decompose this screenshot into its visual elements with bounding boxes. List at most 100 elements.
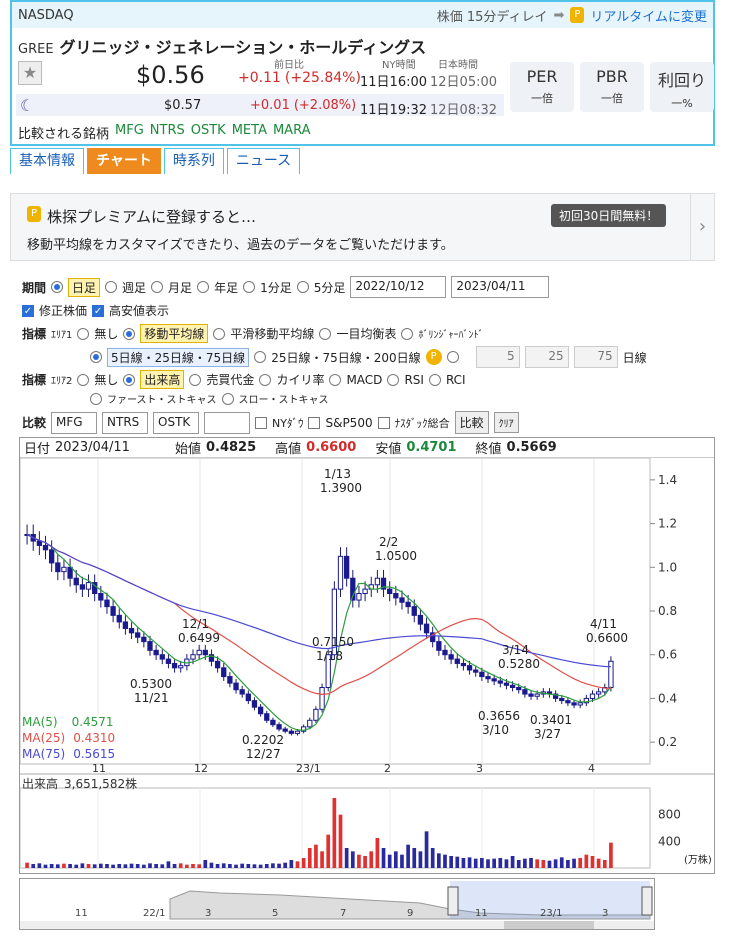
a2-rci[interactable]: RCI — [446, 373, 466, 387]
period-daily[interactable]: 日足 — [68, 277, 101, 297]
volume-bar — [350, 851, 355, 868]
navigator-right-handle[interactable] — [641, 886, 653, 916]
radio-ma-custom[interactable] — [446, 351, 459, 363]
tab-news[interactable]: ニュース — [226, 148, 301, 174]
highlow-checkbox[interactable]: ✓ — [92, 304, 105, 317]
volume-bar — [197, 864, 201, 868]
a2-slow-stoch[interactable]: スロー・ストキャス — [239, 391, 329, 406]
tab-timeseries[interactable]: 時系列 — [163, 148, 224, 174]
volume-bar — [369, 851, 374, 868]
a1-ichimoku[interactable]: 一目均衡表 — [336, 325, 396, 342]
compare-link-mfg[interactable]: MFG — [115, 123, 144, 142]
sp500-checkbox[interactable] — [308, 416, 321, 429]
compare-input-4[interactable] — [204, 411, 251, 434]
nydow-checkbox[interactable] — [255, 416, 268, 429]
ma-long[interactable]: 25日線・75日線・200日線 — [271, 349, 420, 366]
radio-daily[interactable] — [51, 281, 64, 293]
radio-a2-none[interactable] — [77, 373, 90, 386]
period-yearly[interactable]: 年足 — [214, 279, 238, 296]
ma-custom-2[interactable]: 25 — [524, 346, 569, 368]
navigator-canvas[interactable]: 11 22/1 3 5 7 9 11 23/1 3 — [20, 879, 654, 929]
adjusted-checkbox[interactable]: ✓ — [22, 304, 34, 317]
ma-custom-3[interactable]: 75 — [573, 346, 618, 368]
a1-ma[interactable]: 移動平均線 — [140, 324, 209, 343]
candle-body — [466, 665, 473, 671]
a2-deviation[interactable]: カイリ率 — [276, 371, 324, 388]
radio-1min[interactable] — [243, 281, 256, 293]
tab-chart[interactable]: チャート — [87, 148, 161, 174]
stock-chart[interactable]: 日付 2023/04/11 始値 0.4825 高値 0.6600 安値 0.4… — [19, 437, 715, 874]
a1-smooth[interactable]: 平滑移動平均線 — [230, 325, 314, 342]
radio-yearly[interactable] — [197, 281, 210, 293]
volume-bar — [160, 864, 165, 868]
radio-a2-turnover[interactable] — [189, 373, 202, 386]
compare-input-3[interactable]: OSTK — [153, 411, 200, 434]
radio-a2-volume[interactable] — [123, 373, 136, 386]
tab-basic-info[interactable]: 基本情報 — [10, 148, 84, 174]
range-navigator[interactable]: 11 22/1 3 5 7 9 11 23/1 3 — [19, 878, 655, 930]
radio-ma-long[interactable] — [254, 351, 267, 363]
radio-a2-rsi[interactable] — [387, 373, 400, 386]
candle-body — [171, 662, 178, 669]
compare-input-2[interactable]: NTRS — [102, 411, 149, 434]
a1-none[interactable]: 無し — [94, 325, 118, 342]
nasdaq-checkbox[interactable] — [377, 416, 390, 429]
radio-5min[interactable] — [296, 281, 309, 293]
date-to-input[interactable]: 2023/04/11 — [451, 276, 550, 298]
ma-short[interactable]: 5日線・25日線・75日線 — [107, 347, 250, 367]
a1-bollinger[interactable]: ﾎﾞﾘﾝｼﾞｬｰﾊﾞﾝﾄﾞ — [418, 326, 483, 341]
period-weekly[interactable]: 週足 — [122, 279, 146, 296]
compare-link-meta[interactable]: META — [232, 123, 267, 142]
realtime-link[interactable]: リアルタイムに変更 — [590, 6, 707, 25]
radio-a1-none[interactable] — [77, 327, 90, 340]
ma-custom-1[interactable]: 5 — [475, 346, 520, 368]
favorite-star-button[interactable]: ★ — [18, 61, 42, 85]
radio-a1-ma[interactable] — [123, 327, 136, 340]
compare-button[interactable]: 比較 — [454, 411, 489, 434]
radio-a2-rci[interactable] — [428, 373, 441, 386]
period-1min[interactable]: 1分足 — [260, 279, 292, 296]
a2-fast-stoch[interactable]: ファースト・ストキャス — [107, 391, 217, 406]
candle-body — [79, 584, 86, 590]
ohlc-date: 2023/04/11 — [55, 440, 130, 455]
radio-a1-smooth[interactable] — [213, 327, 226, 340]
annotation-date: 12/1 — [182, 617, 209, 631]
promo-badge[interactable]: 初回30日間無料！ — [551, 204, 667, 227]
radio-a1-ichimoku[interactable] — [319, 327, 332, 340]
change-amount: +0.11 — [238, 70, 281, 86]
compare-input-1[interactable]: MFG — [51, 411, 98, 434]
volume-bar — [252, 864, 257, 868]
compare-input-label: 比較 — [22, 416, 47, 430]
premium-banner[interactable]: P 株探プレミアムに登録すると… 初回30日間無料！ 移動平均線をカスタマイズで… — [10, 193, 715, 261]
period-monthly[interactable]: 月足 — [168, 279, 192, 296]
radio-a2-macd[interactable] — [329, 373, 342, 386]
candle-body — [42, 544, 49, 551]
y-tick-label: 1.0 — [658, 560, 677, 574]
radio-a2-deviation[interactable] — [259, 373, 272, 386]
period-5min[interactable]: 5分足 — [314, 279, 346, 296]
compare-link-ostk[interactable]: OSTK — [191, 123, 226, 142]
a2-none[interactable]: 無し — [94, 371, 118, 388]
a2-turnover[interactable]: 売買代金 — [206, 371, 254, 388]
a2-volume[interactable]: 出来高 — [140, 370, 185, 389]
compare-link-mara[interactable]: MARA — [273, 123, 311, 142]
radio-a1-bollinger[interactable] — [401, 327, 414, 340]
candle-body — [571, 702, 577, 706]
navigator-left-handle[interactable] — [447, 886, 459, 916]
radio-monthly[interactable] — [151, 281, 164, 293]
clear-button[interactable]: ｸﾘｱ — [493, 412, 519, 433]
radio-a2-fast[interactable] — [90, 392, 102, 405]
ma-unit: 日線 — [622, 350, 647, 365]
radio-a2-slow[interactable] — [221, 392, 234, 405]
chevron-right-icon[interactable]: › — [690, 194, 714, 260]
radio-weekly[interactable] — [105, 281, 118, 293]
radio-ma-short[interactable] — [90, 351, 102, 363]
date-from-input[interactable]: 2022/10/12 — [350, 276, 447, 298]
compare-link-ntrs[interactable]: NTRS — [150, 123, 185, 142]
a2-rsi[interactable]: RSI — [404, 373, 424, 387]
navigator-scroll-handle[interactable] — [504, 921, 594, 929]
volume-bar — [529, 858, 533, 868]
chart-canvas[interactable]: 1.4 1.2 1.0 0.8 0.6 0.4 0.2 11 12 23/1 2 3 4 1/131.39… — [20, 458, 714, 873]
candle-body — [565, 700, 571, 704]
a2-macd[interactable]: MACD — [346, 373, 382, 387]
